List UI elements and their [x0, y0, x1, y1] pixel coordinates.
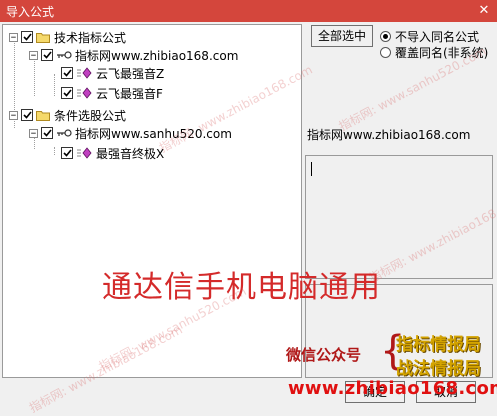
wechat-label: 微信公众号 [286, 346, 362, 364]
formula-diamond-icon [77, 87, 92, 99]
radio-selected-icon[interactable] [380, 31, 391, 42]
checkbox-checked-icon[interactable] [61, 87, 73, 99]
public-account-name: 战法情报局 [396, 359, 481, 379]
tree-node-label: 技术指标公式 [54, 30, 127, 45]
promo-banner: 通达信手机电脑通用 [102, 270, 381, 305]
collapse-icon[interactable]: − [29, 50, 38, 60]
tree-node-label: 云飞最强音Z [96, 66, 165, 81]
tree-line [54, 74, 55, 96]
option-no-import-same[interactable]: 不导入同名公式 [380, 28, 479, 45]
tree-node-stock-formulas[interactable]: − 条件选股公式 [9, 107, 126, 123]
tree-node-tech-formulas[interactable]: − 技术指标公式 [9, 29, 126, 45]
option-label: 不导入同名公式 [395, 30, 480, 44]
checkbox-checked-icon[interactable] [41, 127, 53, 139]
checkbox-checked-icon[interactable] [21, 109, 33, 121]
checkbox-checked-icon[interactable] [21, 31, 33, 43]
tree-node-zhibiao168[interactable]: − 指标网www.zhibiao168.com [29, 47, 238, 63]
folder-icon [36, 110, 50, 121]
text-caret [311, 162, 312, 176]
tree-node-label: 最强音终极X [96, 146, 165, 161]
close-icon[interactable]: ✕ [475, 2, 493, 20]
checkbox-checked-icon[interactable] [61, 147, 73, 159]
tree-node-formula-z[interactable]: 云飞最强音Z [61, 65, 164, 81]
tree-node-formula-f[interactable]: 云飞最强音F [61, 85, 163, 101]
window-title: 导入公式 [6, 5, 55, 19]
checkbox-checked-icon[interactable] [61, 67, 73, 79]
key-icon [57, 51, 72, 59]
collapse-icon[interactable]: − [9, 32, 18, 42]
radio-unselected-icon[interactable] [380, 47, 391, 58]
checkbox-checked-icon[interactable] [41, 49, 53, 61]
tree-node-label: 云飞最强音F [96, 86, 163, 101]
public-account-name: 指标情报局 [396, 335, 481, 355]
formula-tree[interactable]: − 技术指标公式 − 指标网www.zhibiao168.com 云飞最强音Z … [2, 24, 302, 378]
title-bar: 导入公式 ✕ [0, 0, 497, 22]
tree-line [54, 147, 55, 155]
key-icon [57, 129, 72, 137]
collapse-icon[interactable]: − [29, 128, 38, 138]
collapse-icon[interactable]: − [9, 110, 18, 120]
tree-node-label: 条件选股公式 [54, 108, 127, 123]
tree-node-label: 指标网www.zhibiao168.com [75, 48, 239, 63]
tree-node-formula-x[interactable]: 最强音终极X [61, 145, 164, 161]
promo-url: www.zhibiao168.com [288, 378, 497, 399]
folder-icon [36, 32, 50, 43]
formula-diamond-icon [77, 147, 92, 159]
select-all-button[interactable]: 全部选中 [311, 25, 373, 47]
formula-diamond-icon [77, 67, 92, 79]
formula-info-label: 指标网www.zhibiao168.com [307, 128, 471, 142]
